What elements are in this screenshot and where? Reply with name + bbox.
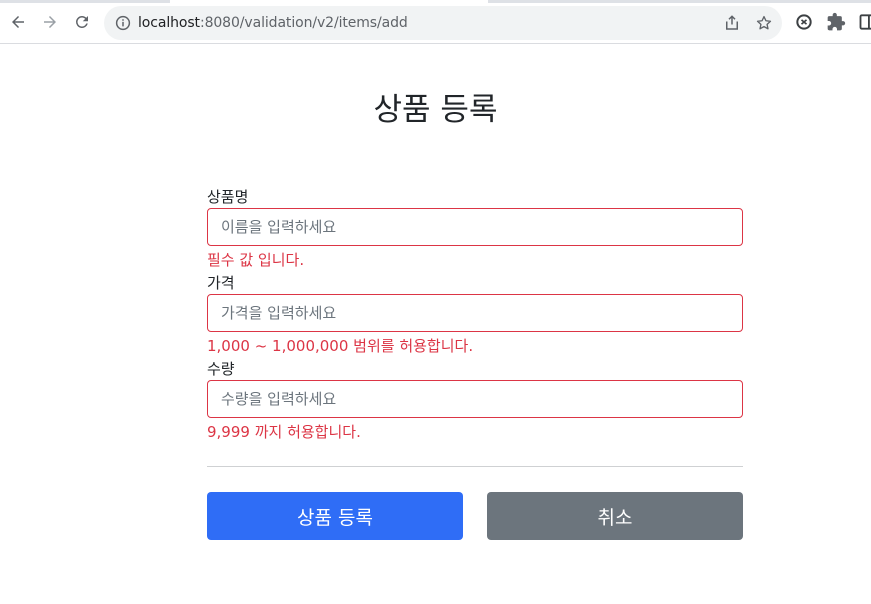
side-panel-icon[interactable] [858,12,871,32]
quantity-label: 수량 [207,360,235,378]
tab-strip-edge [488,0,871,3]
form-divider [207,466,743,467]
back-button[interactable] [6,10,30,34]
field-group-item-name: 상품명 필수 값 입니다. [207,186,743,272]
forward-button[interactable] [38,10,62,34]
quantity-input[interactable] [207,380,743,418]
item-name-input[interactable] [207,208,743,246]
address-bar[interactable]: localhost:8080/validation/v2/items/add [104,6,782,40]
forward-arrow-icon [44,16,56,28]
info-icon[interactable] [114,14,132,32]
url-path: :8080/validation/v2/items/add [199,15,408,31]
item-name-error: 필수 값 입니다. [207,251,305,269]
field-group-quantity: 수량 9,999 까지 허용합니다. [207,358,743,444]
browser-toolbar: localhost:8080/validation/v2/items/add [0,0,871,44]
quantity-error: 9,999 까지 허용합니다. [207,423,361,441]
submit-button[interactable]: 상품 등록 [207,492,463,540]
price-label: 가격 [207,274,235,292]
price-error: 1,000 ~ 1,000,000 범위를 허용합니다. [207,337,474,355]
url-text[interactable]: localhost:8080/validation/v2/items/add [138,14,408,32]
item-name-label: 상품명 [207,188,249,206]
tab-strip-edge [0,0,170,3]
sync-extension-icon[interactable] [794,12,814,32]
cancel-button[interactable]: 취소 [487,492,743,540]
url-host: localhost [138,15,200,31]
reload-icon [76,16,88,28]
item-add-form: 상품명 필수 값 입니다. 가격 1,000 ~ 1,000,000 범위를 허… [207,186,743,444]
price-input[interactable] [207,294,743,332]
share-icon[interactable] [723,14,741,32]
field-group-price: 가격 1,000 ~ 1,000,000 범위를 허용합니다. [207,272,743,358]
puzzle-extension-icon[interactable] [826,12,846,32]
back-arrow-icon [12,16,24,28]
reload-button[interactable] [70,10,94,34]
page-title: 상품 등록 [373,92,498,128]
star-icon[interactable] [755,14,773,32]
